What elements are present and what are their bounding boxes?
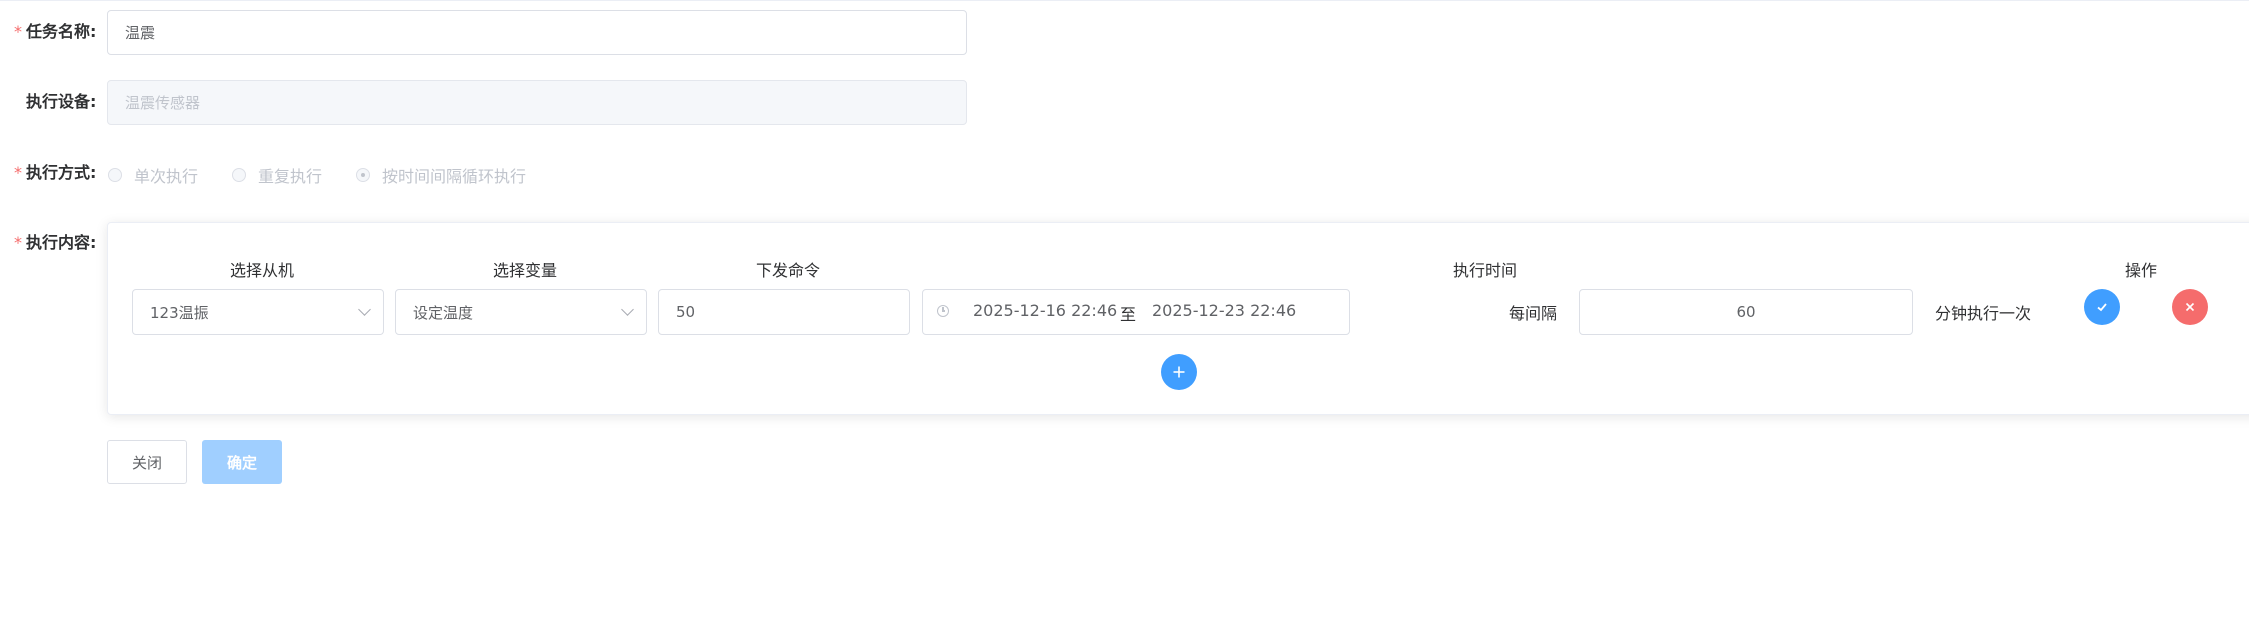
slave-select[interactable]: 123温振 (132, 289, 384, 335)
header-time: 执行时间 (1453, 261, 1518, 280)
task-name-label: * 任务名称: (14, 22, 97, 41)
device-input: 温震传感器 (107, 80, 967, 125)
chevron-down-icon (621, 303, 634, 316)
device-value: 温震传感器 (125, 94, 201, 112)
interval-input[interactable]: 60 (1579, 289, 1913, 335)
range-separator: 至 (1120, 305, 1137, 324)
interval-suffix: 分钟执行一次 (1935, 304, 2032, 323)
close-button[interactable]: 关闭 (107, 440, 187, 484)
time-range-picker[interactable]: 2025-12-16 22:46 至 2025-12-23 22:46 (922, 289, 1350, 335)
confirm-row-button[interactable] (2084, 289, 2120, 325)
task-name-value: 温震 (125, 24, 156, 42)
radio-interval[interactable]: 按时间间隔循环执行 (356, 163, 526, 187)
header-actions: 操作 (2125, 261, 2158, 280)
plus-icon (1173, 366, 1185, 378)
close-icon (2185, 302, 2195, 312)
variable-select[interactable]: 设定温度 (395, 289, 647, 335)
content-label: * 执行内容: (14, 233, 97, 252)
add-row-button[interactable] (1161, 354, 1197, 390)
header-slave: 选择从机 (230, 261, 295, 280)
radio-single[interactable]: 单次执行 (108, 163, 198, 187)
end-time: 2025-12-23 22:46 (1152, 301, 1297, 320)
delete-row-button[interactable] (2172, 289, 2208, 325)
confirm-button[interactable]: 确定 (202, 440, 282, 484)
check-icon (2097, 303, 2107, 312)
variable-value: 设定温度 (413, 303, 474, 322)
header-variable: 选择变量 (493, 261, 558, 280)
slave-value: 123温振 (150, 303, 209, 322)
header-command: 下发命令 (756, 261, 821, 280)
mode-label: * 执行方式: (14, 163, 97, 182)
radio-repeat[interactable]: 重复执行 (232, 163, 322, 187)
task-name-input[interactable]: 温震 (107, 10, 967, 55)
radio-circle (232, 168, 246, 182)
radio-circle-selected (356, 168, 370, 182)
command-input[interactable]: 50 (658, 289, 910, 335)
chevron-down-icon (358, 303, 371, 316)
device-label: 执行设备: (26, 92, 97, 111)
radio-circle (108, 168, 122, 182)
start-time: 2025-12-16 22:46 (973, 301, 1118, 320)
interval-value: 60 (1736, 303, 1756, 321)
interval-prefix: 每间隔 (1509, 304, 1558, 323)
command-value: 50 (676, 303, 696, 321)
clock-icon (937, 305, 949, 317)
top-divider (0, 0, 2249, 1)
